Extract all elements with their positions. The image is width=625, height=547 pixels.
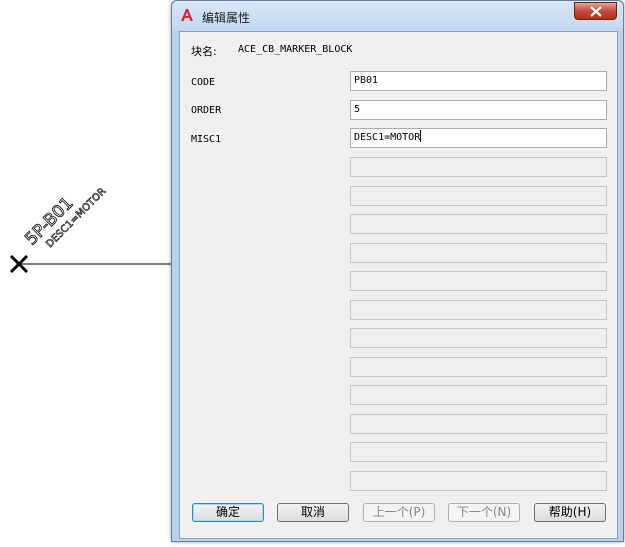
empty-attribute-field	[350, 242, 607, 263]
empty-attribute-field	[350, 470, 607, 491]
empty-attribute-field	[350, 299, 607, 320]
edit-attributes-dialog: 编辑属性 块名: ACE_CB_MARKER_BLOCK CODE PB01 O…	[171, 0, 624, 542]
empty-attribute-field	[350, 214, 607, 234]
text-caret	[420, 130, 422, 142]
empty-attribute-field	[350, 271, 607, 291]
empty-attribute-field	[350, 328, 607, 348]
dialog-body: 块名: ACE_CB_MARKER_BLOCK CODE PB01 ORDER …	[179, 31, 618, 539]
previous-button[interactable]: 上一个(P)	[363, 503, 435, 522]
block-name-label: 块名:	[191, 45, 217, 58]
close-icon	[590, 6, 602, 17]
empty-attribute-field	[350, 356, 607, 377]
attr-value-misc1: DESC1=MOTOR	[354, 132, 421, 143]
cancel-button[interactable]: 取消	[277, 503, 349, 522]
autocad-app-icon	[181, 9, 193, 21]
attr-tag-order: ORDER	[191, 105, 222, 116]
empty-attribute-field	[350, 185, 607, 206]
block-name-value: ACE_CB_MARKER_BLOCK	[238, 44, 353, 55]
close-button[interactable]	[574, 2, 617, 20]
attr-value-order: 5	[354, 104, 361, 115]
ok-button[interactable]: 确定	[192, 503, 264, 522]
next-button[interactable]: 下一个(N)	[448, 503, 520, 522]
empty-attribute-field	[350, 157, 607, 177]
attr-value-code-field[interactable]: PB01	[350, 71, 607, 91]
attr-tag-code: CODE	[191, 77, 216, 88]
empty-attribute-field	[350, 442, 607, 462]
attr-value-misc1-field[interactable]: DESC1=MOTOR	[350, 128, 607, 148]
attr-tag-misc1: MISC1	[191, 134, 222, 145]
attr-value-order-field[interactable]: 5	[350, 100, 607, 120]
attr-value-code: PB01	[354, 75, 379, 86]
empty-attribute-field	[350, 413, 607, 434]
empty-attribute-field	[350, 385, 607, 405]
help-button[interactable]: 帮助(H)	[534, 503, 606, 522]
title-bar[interactable]: 编辑属性	[172, 1, 623, 31]
dialog-title: 编辑属性	[202, 11, 251, 25]
